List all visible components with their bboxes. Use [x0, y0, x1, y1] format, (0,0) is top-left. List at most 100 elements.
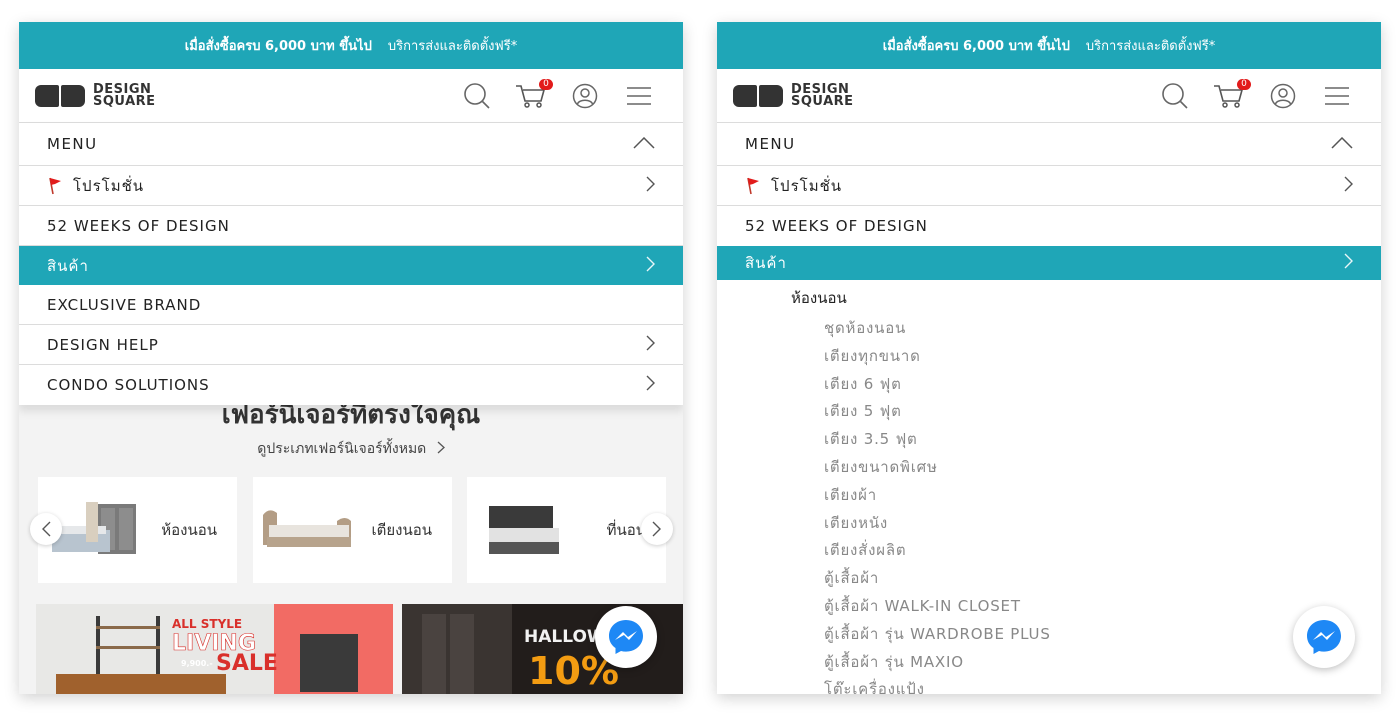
submenu-item[interactable]: เตียง 3.5 ฟุต [717, 427, 1381, 455]
menu-item-products[interactable]: สินค้า [717, 246, 1381, 280]
submenu-item[interactable]: ตู้เสื้อผ้า รุ่น WARDROBE PLUS [717, 622, 1381, 650]
main-menu-dropdown: MENU โปรโมชั่น 52 WEEKS OF DESIGN สินค้า… [717, 123, 1381, 694]
svg-text:9,900.-: 9,900.- [181, 659, 213, 668]
cart-count-badge: 0 [1237, 79, 1251, 90]
submenu-item[interactable]: ชุดห้องนอน [717, 316, 1381, 344]
messenger-chat-button[interactable] [1293, 606, 1355, 668]
menu-item-label: EXCLUSIVE BRAND [47, 295, 202, 314]
submenu-item[interactable]: โต๊ะเครื่องแป้ง [717, 677, 1381, 694]
menu-item-label: CONDO SOLUTIONS [47, 376, 210, 394]
hamburger-menu-button[interactable] [623, 81, 655, 111]
submenu-item[interactable]: ตู้เสื้อผ้า WALK-IN CLOSET [717, 594, 1381, 622]
hamburger-menu-button[interactable] [1321, 81, 1353, 111]
category-card-bed[interactable]: เตียงนอน [253, 477, 452, 583]
flag-icon [745, 177, 761, 195]
messenger-chat-button[interactable] [595, 606, 657, 668]
chevron-right-icon [1344, 176, 1353, 196]
chevron-left-icon [42, 521, 51, 537]
hamburger-icon [627, 87, 651, 105]
menu-item-design-help[interactable]: DESIGN HELP [19, 325, 683, 365]
category-label: เตียงนอน [371, 521, 433, 539]
menu-item-label: DESIGN HELP [47, 335, 159, 354]
menu-item-label: 52 WEEKS OF DESIGN [47, 216, 230, 235]
menu-item-condo-solutions[interactable]: CONDO SOLUTIONS [19, 365, 683, 405]
menu-item-promotion[interactable]: โปรโมชั่น [717, 166, 1381, 206]
promo-text-strong: เมื่อสั่งซื้อครบ 6,000 บาท ขึ้นไป [882, 39, 1070, 54]
search-icon [1162, 83, 1188, 109]
messenger-icon [1307, 620, 1341, 654]
chevron-up-icon [1331, 135, 1353, 153]
cart-button[interactable]: 0 [515, 79, 553, 111]
category-card-bedroom[interactable]: ห้องนอน [38, 477, 237, 583]
mattress-image [489, 506, 559, 554]
logo[interactable]: DESIGN SQUARE [35, 81, 156, 109]
living-sale-banner[interactable]: ALL STYLE LIVING SALE 9,900.- [36, 604, 393, 694]
promo-text-rest: บริการส่งและติดตั้งฟรี* [1085, 39, 1216, 54]
chevron-right-icon [1344, 253, 1353, 273]
menu-item-products[interactable]: สินค้า [19, 246, 683, 285]
carousel-prev-button[interactable] [30, 513, 62, 545]
menu-title: MENU [745, 135, 796, 153]
svg-text:ALL STYLE: ALL STYLE [172, 617, 242, 631]
logo-text: DESIGN SQUARE [791, 81, 854, 109]
site-header: DESIGN SQUARE 0 [717, 69, 1381, 123]
menu-header[interactable]: MENU [19, 123, 683, 166]
menu-title: MENU [47, 135, 98, 153]
category-card-mattress[interactable]: ที่นอน [467, 477, 666, 583]
promo-bar: เมื่อสั่งซื้อครบ 6,000 บาท ขึ้นไป บริการ… [717, 22, 1381, 69]
cart-count-badge: 0 [539, 79, 553, 90]
category-label: ห้องนอน [161, 521, 217, 539]
search-button[interactable] [461, 81, 493, 111]
search-button[interactable] [1159, 81, 1191, 111]
mobile-screen-products-expanded: เมื่อสั่งซื้อครบ 6,000 บาท ขึ้นไป บริการ… [717, 22, 1381, 694]
menu-item-exclusive-brand[interactable]: EXCLUSIVE BRAND [19, 285, 683, 325]
submenu-item[interactable]: เตียงสั่งผลิต [717, 538, 1381, 566]
submenu-item[interactable]: เตียง 6 ฟุต [717, 372, 1381, 400]
carousel-next-button[interactable] [641, 513, 673, 545]
menu-item-label: โปรโมชั่น [73, 176, 145, 195]
page-content-behind-menu: เฟอร์นิเจอร์ที่ตรงใจคุณ ดูประเภทเฟอร์นิเ… [19, 400, 683, 694]
account-button[interactable] [569, 81, 601, 111]
submenu-item[interactable]: เตียงขนาดพิเศษ [717, 455, 1381, 483]
logo-mark [733, 84, 783, 107]
search-icon [464, 83, 490, 109]
chevron-right-icon [646, 176, 655, 196]
submenu-heading-bedroom[interactable]: ห้องนอน [717, 288, 1381, 316]
chevron-right-icon [646, 375, 655, 395]
logo-mark [35, 84, 85, 107]
promo-text-rest: บริการส่งและติดตั้งฟรี* [387, 39, 518, 54]
submenu-item[interactable]: ตู้เสื้อผ้า รุ่น MAXIO [717, 650, 1381, 678]
logo[interactable]: DESIGN SQUARE [733, 81, 854, 109]
submenu-item[interactable]: เตียงผ้า [717, 483, 1381, 511]
main-menu-dropdown: MENU โปรโมชั่น 52 WEEKS OF DESIGN สินค้า… [19, 123, 683, 405]
menu-item-promotion[interactable]: โปรโมชั่น [19, 166, 683, 206]
bedroom-set-image [52, 502, 136, 554]
view-all-categories-link[interactable]: ดูประเภทเฟอร์นิเจอร์ทั้งหมด [19, 438, 683, 460]
menu-item-label: 52 WEEKS OF DESIGN [745, 217, 928, 235]
hamburger-icon [1325, 87, 1349, 105]
submenu-item[interactable]: เตียงหนัง [717, 511, 1381, 539]
menu-item-label: สินค้า [745, 254, 787, 272]
account-button[interactable] [1267, 81, 1299, 111]
menu-item-label: โปรโมชั่น [771, 176, 843, 195]
submenu-item[interactable]: ตู้เสื้อผ้า [717, 566, 1381, 594]
promo-bar: เมื่อสั่งซื้อครบ 6,000 บาท ขึ้นไป บริการ… [19, 22, 683, 69]
menu-item-52-weeks[interactable]: 52 WEEKS OF DESIGN [19, 206, 683, 246]
site-header: DESIGN SQUARE 0 [19, 69, 683, 123]
chevron-right-icon [646, 256, 655, 276]
promo-text-strong: เมื่อสั่งซื้อครบ 6,000 บาท ขึ้นไป [184, 39, 372, 54]
living-sale-artwork: ALL STYLE LIVING SALE 9,900.- [36, 604, 393, 694]
submenu-item[interactable]: เตียง 5 ฟุต [717, 399, 1381, 427]
submenu-item[interactable]: เตียงทุกขนาด [717, 344, 1381, 372]
chevron-right-icon [646, 335, 655, 355]
menu-header[interactable]: MENU [717, 123, 1381, 166]
user-icon [1270, 83, 1296, 109]
mobile-screen-menu-collapsed: เมื่อสั่งซื้อครบ 6,000 บาท ขึ้นไป บริการ… [19, 22, 683, 694]
chevron-right-icon [437, 441, 445, 454]
logo-text: DESIGN SQUARE [93, 81, 156, 109]
menu-item-52-weeks[interactable]: 52 WEEKS OF DESIGN [717, 206, 1381, 246]
messenger-icon [609, 620, 643, 654]
chevron-right-icon [652, 521, 661, 537]
products-submenu: ห้องนอน ชุดห้องนอน เตียงทุกขนาด เตียง 6 … [717, 280, 1381, 694]
cart-button[interactable]: 0 [1213, 79, 1251, 111]
